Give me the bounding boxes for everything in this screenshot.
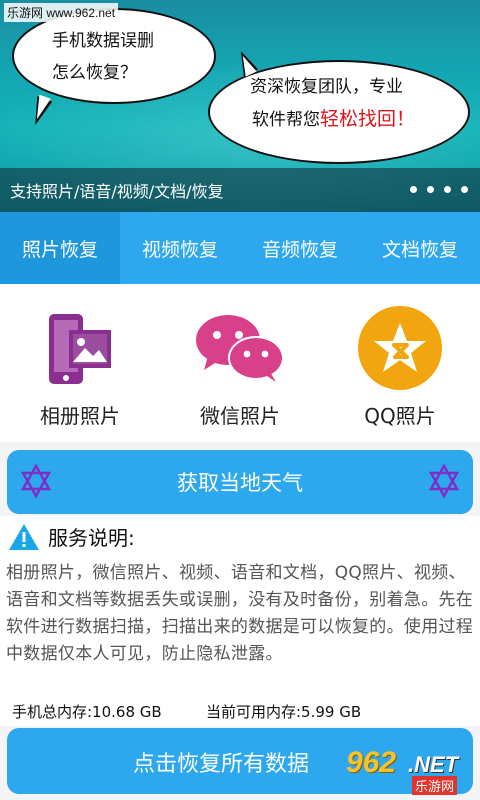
carousel-dot[interactable] [410,186,417,193]
total-memory: 手机总内存:10.68 GB [12,703,162,721]
category-wechat-label: 微信照片 [200,404,280,428]
top-banner[interactable]: 手机数据误删 怎么恢复？ 资深恢复团队，专业 软件帮您轻松找回！ 乐游网 www… [0,0,480,212]
banner-caption-bar: 支持照片/语音/视频/文档/恢复 [0,168,480,212]
category-album-label: 相册照片 [40,404,120,428]
category-qq-label: QQ照片 [364,404,436,428]
get-weather-label: 获取当地天气 [177,471,303,495]
site-logo-watermark: 962 .NET 乐游网 [344,746,476,796]
watermark-cn: 乐游网 [412,776,458,795]
bubble-right-highlight: 轻松找回！ [320,108,416,130]
service-info-text: 相册照片，微信照片、视频、语音和文档，QQ照片、视频、语音和文档等数据丢失或误删… [6,563,474,664]
site-watermark: 乐游网 www.962.net [4,3,119,22]
star-of-david-icon [428,464,460,498]
tab-document-recovery[interactable]: 文档恢复 [360,212,480,284]
star-of-david-icon [20,464,52,498]
banner-caption: 支持照片/语音/视频/文档/恢复 [10,182,224,201]
photo-categories: 相册照片 微信照片 QQ照片 [0,284,480,442]
service-info-title: 服务说明: [48,526,135,550]
speech-bubble-left [12,8,216,104]
category-qq-photos[interactable]: QQ照片 [320,284,480,442]
tab-video-recovery[interactable]: 视频恢复 [120,212,240,284]
wechat-icon [192,304,288,392]
qq-star-icon [352,304,448,392]
bubble-left-line2: 怎么恢复？ [52,63,137,83]
watermark-net: .NET [408,752,459,777]
category-album-photos[interactable]: 相册照片 [0,284,160,442]
service-info-header: 服务说明: [8,522,135,551]
warning-icon [9,523,39,550]
bubble-right-line1: 资深恢复团队，专业 [250,77,403,97]
recover-all-label: 点击恢复所有数据 [133,752,310,777]
get-weather-button[interactable]: 获取当地天气 [7,450,473,514]
carousel-indicator[interactable] [410,186,468,193]
carousel-dot[interactable] [444,186,451,193]
bubble-right-line2: 软件帮您轻松找回！ [252,104,415,135]
available-memory: 当前可用内存:5.99 GB [206,703,362,721]
category-wechat-photos[interactable]: 微信照片 [160,284,320,442]
tab-audio-recovery[interactable]: 音频恢复 [240,212,360,284]
watermark-number: 962 [346,746,397,779]
recovery-tabs: 照片恢复 视频恢复 音频恢复 文档恢复 [0,212,480,284]
memory-status: 手机总内存:10.68 GB 当前可用内存:5.99 GB [0,698,480,726]
carousel-dot[interactable] [461,186,468,193]
carousel-dot[interactable] [427,186,434,193]
photo-album-icon [32,304,128,392]
bubble-left-line1: 手机数据误删 [52,31,154,51]
tab-photo-recovery[interactable]: 照片恢复 [0,212,120,284]
bubble-right-line2-prefix: 软件帮您 [252,110,320,130]
